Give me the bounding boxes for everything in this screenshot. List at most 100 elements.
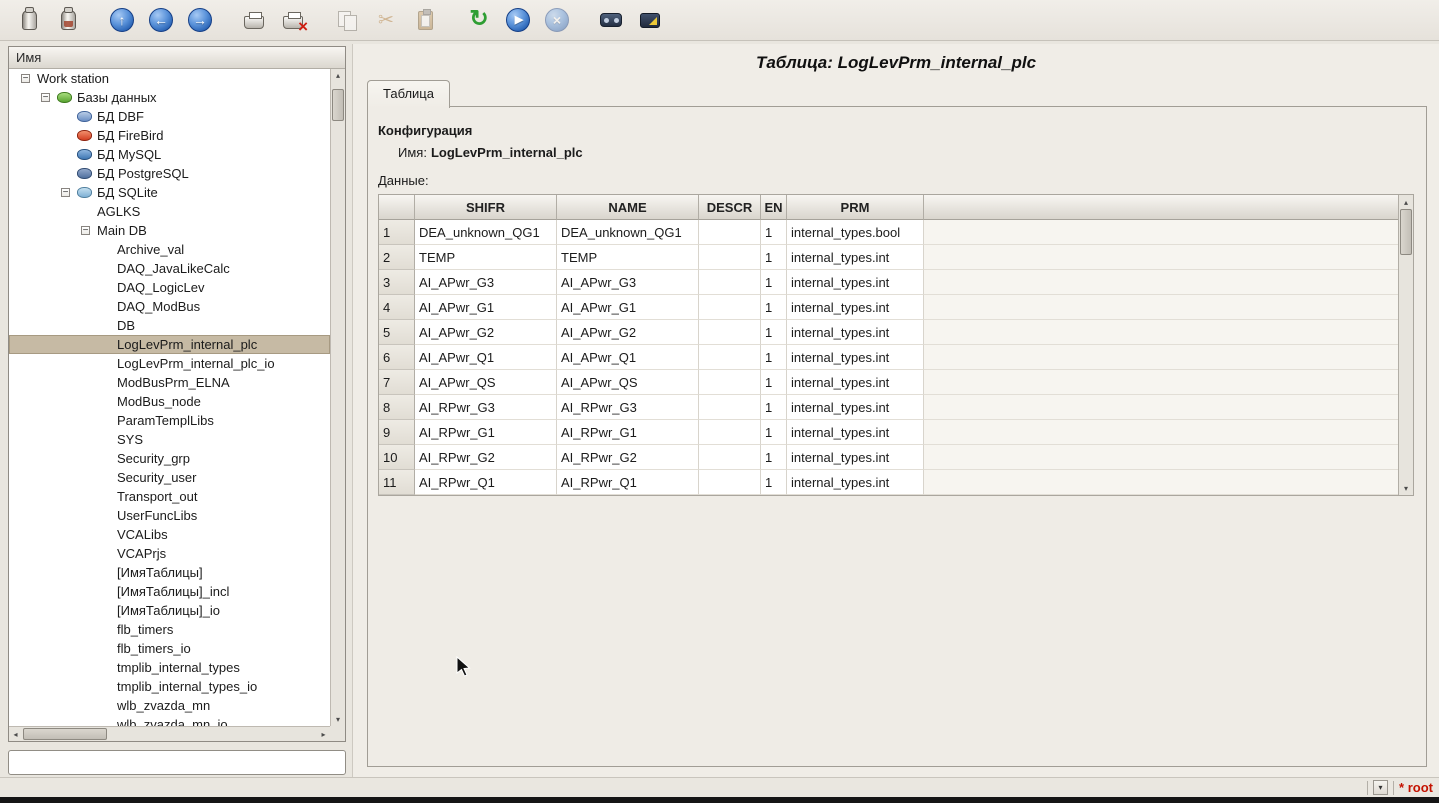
table-cell[interactable]: internal_types.int xyxy=(787,370,924,395)
table-cell[interactable]: AI_APwr_G3 xyxy=(557,270,699,295)
add-item-button[interactable] xyxy=(239,5,269,35)
table-cell[interactable]: 1 xyxy=(761,420,787,445)
table-cell[interactable] xyxy=(699,420,761,445)
table-cell[interactable]: internal_types.int xyxy=(787,295,924,320)
collapse-toggle[interactable]: − xyxy=(21,74,37,83)
table-cell[interactable]: AI_APwr_QS xyxy=(415,370,557,395)
table-cell[interactable]: AI_RPwr_G1 xyxy=(557,420,699,445)
table-cell[interactable]: internal_types.int xyxy=(787,470,924,495)
table-cell[interactable]: 1 xyxy=(761,295,787,320)
tree-horizontal-scrollbar[interactable]: ◂ ▸ xyxy=(9,726,330,741)
scroll-up-icon[interactable]: ▴ xyxy=(331,69,345,82)
tree-item[interactable]: tmplib_internal_types xyxy=(9,658,330,677)
table-cell[interactable]: AI_APwr_QS xyxy=(557,370,699,395)
collapse-toggle[interactable]: − xyxy=(41,93,57,102)
scrollbar-thumb[interactable] xyxy=(1400,209,1412,255)
row-number[interactable]: 8 xyxy=(379,395,415,420)
table-cell[interactable]: 1 xyxy=(761,320,787,345)
row-number[interactable]: 11 xyxy=(379,470,415,495)
start-update-button[interactable]: ▶ xyxy=(503,5,533,35)
table-cell[interactable]: 1 xyxy=(761,395,787,420)
up-button[interactable]: ↑ xyxy=(107,5,137,35)
collapse-toggle[interactable]: − xyxy=(81,226,97,235)
table-cell[interactable] xyxy=(699,270,761,295)
tree-item[interactable]: ParamTemplLibs xyxy=(9,411,330,430)
table-cell[interactable]: 1 xyxy=(761,345,787,370)
scrollbar-thumb[interactable] xyxy=(332,89,344,121)
collapse-toggle[interactable]: − xyxy=(61,188,77,197)
table-cell[interactable] xyxy=(699,370,761,395)
table-cell[interactable]: 1 xyxy=(761,270,787,295)
forward-button[interactable]: → xyxy=(185,5,215,35)
row-number[interactable]: 7 xyxy=(379,370,415,395)
table-cell[interactable]: internal_types.int xyxy=(787,395,924,420)
tab-table[interactable]: Таблица xyxy=(367,80,450,108)
table-cell[interactable]: internal_types.int xyxy=(787,270,924,295)
table-cell[interactable]: 1 xyxy=(761,445,787,470)
table-cell[interactable] xyxy=(699,295,761,320)
column-header[interactable]: EN xyxy=(761,195,787,220)
tree-item[interactable]: Security_user xyxy=(9,468,330,487)
tree-item[interactable]: VCAPrjs xyxy=(9,544,330,563)
table-cell[interactable]: internal_types.bool xyxy=(787,220,924,245)
paste-item-button[interactable] xyxy=(410,5,440,35)
table-cell[interactable] xyxy=(699,245,761,270)
tree-item[interactable]: [ИмяТаблицы] xyxy=(9,563,330,582)
stop-update-button[interactable]: × xyxy=(542,5,572,35)
tree-item[interactable]: −Main DB xyxy=(9,221,330,240)
tree-item[interactable]: ModBusPrm_ELNA xyxy=(9,373,330,392)
tree-item[interactable]: wlb_zvazda_mn xyxy=(9,696,330,715)
table-vertical-scrollbar[interactable]: ▴ ▾ xyxy=(1398,195,1413,495)
security-button[interactable] xyxy=(635,5,665,35)
table-cell[interactable]: internal_types.int xyxy=(787,420,924,445)
table-cell[interactable] xyxy=(699,470,761,495)
tree-item[interactable]: DB xyxy=(9,316,330,335)
tree-item[interactable]: БД DBF xyxy=(9,107,330,126)
table-cell[interactable] xyxy=(699,445,761,470)
table-cell[interactable]: 1 xyxy=(761,370,787,395)
table-cell[interactable]: AI_RPwr_G2 xyxy=(415,445,557,470)
table-cell[interactable]: AI_APwr_Q1 xyxy=(557,345,699,370)
scroll-up-icon[interactable]: ▴ xyxy=(1399,196,1413,208)
table-cell[interactable]: internal_types.int xyxy=(787,345,924,370)
tree-item[interactable]: БД PostgreSQL xyxy=(9,164,330,183)
tree-item[interactable]: SYS xyxy=(9,430,330,449)
table-cell[interactable]: internal_types.int xyxy=(787,320,924,345)
tree-item[interactable]: tmplib_internal_types_io xyxy=(9,677,330,696)
load-from-db-button[interactable] xyxy=(14,5,44,35)
table-cell[interactable]: 1 xyxy=(761,245,787,270)
table-cell[interactable]: AI_RPwr_Q1 xyxy=(415,470,557,495)
table-cell[interactable] xyxy=(699,395,761,420)
user-combo-button[interactable]: ▾ xyxy=(1373,780,1388,795)
tree-item[interactable]: БД MySQL xyxy=(9,145,330,164)
row-number[interactable]: 1 xyxy=(379,220,415,245)
table-cell[interactable]: AI_RPwr_G3 xyxy=(415,395,557,420)
table-cell[interactable]: DEA_unknown_QG1 xyxy=(415,220,557,245)
column-header[interactable]: NAME xyxy=(557,195,699,220)
tree-filter-input[interactable] xyxy=(8,750,346,775)
table-cell[interactable]: AI_APwr_G1 xyxy=(557,295,699,320)
table-cell[interactable]: 1 xyxy=(761,220,787,245)
tree-item[interactable]: [ИмяТаблицы]_incl xyxy=(9,582,330,601)
row-number[interactable]: 3 xyxy=(379,270,415,295)
row-number[interactable]: 9 xyxy=(379,420,415,445)
scroll-right-icon[interactable]: ▸ xyxy=(317,727,330,741)
tree-column-header[interactable]: Имя xyxy=(9,47,345,69)
row-number[interactable]: 5 xyxy=(379,320,415,345)
tree-item[interactable]: ModBus_node xyxy=(9,392,330,411)
row-number[interactable]: 2 xyxy=(379,245,415,270)
tree-item[interactable]: wlb_zvazda_mn_io xyxy=(9,715,330,726)
table-cell[interactable]: AI_APwr_Q1 xyxy=(415,345,557,370)
tree-item[interactable]: Archive_val xyxy=(9,240,330,259)
delete-item-button[interactable] xyxy=(278,5,308,35)
table-cell[interactable]: internal_types.int xyxy=(787,245,924,270)
tree-item[interactable]: DAQ_JavaLikeCalc xyxy=(9,259,330,278)
copy-item-button[interactable] xyxy=(332,5,362,35)
tree-item[interactable]: flb_timers xyxy=(9,620,330,639)
row-number[interactable]: 6 xyxy=(379,345,415,370)
tree-item[interactable]: AGLKS xyxy=(9,202,330,221)
tree-item[interactable]: −Базы данных xyxy=(9,88,330,107)
tree-item[interactable]: LogLevPrm_internal_plc xyxy=(9,335,330,354)
tree-item[interactable]: UserFuncLibs xyxy=(9,506,330,525)
table-cell[interactable]: 1 xyxy=(761,470,787,495)
